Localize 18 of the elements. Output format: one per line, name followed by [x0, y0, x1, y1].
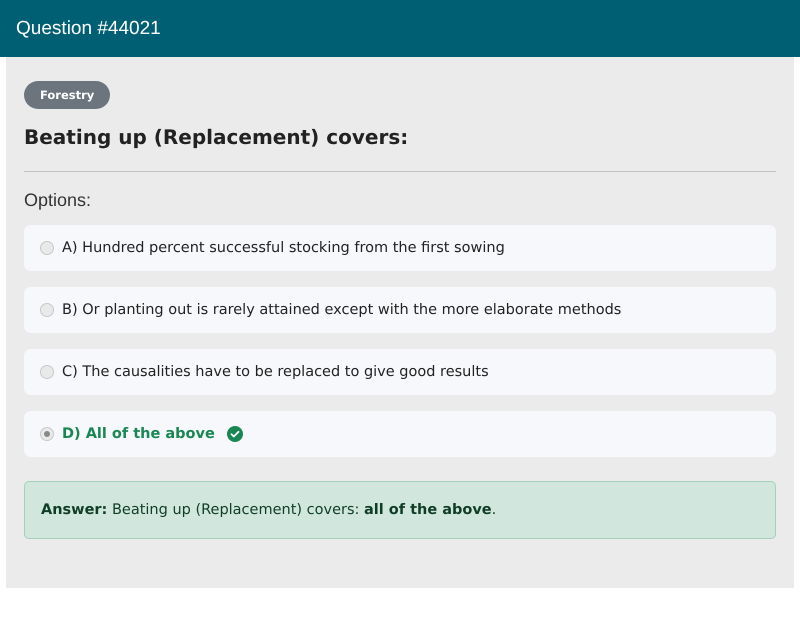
option-text: A) Hundred percent successful stocking from the first sowing: [62, 240, 505, 256]
option-text: C) The causalities have to be replaced to give good results: [62, 364, 489, 380]
option-item[interactable]: A) Hundred percent successful stocking from the first sowing: [24, 225, 776, 271]
radio-button[interactable]: [40, 427, 54, 441]
question-title: Question #44021: [16, 18, 161, 40]
options-label: Options:: [24, 190, 92, 211]
option-item[interactable]: D) All of the above: [24, 411, 776, 457]
option-text: D) All of the above: [62, 426, 215, 442]
option-item[interactable]: B) Or planting out is rarely attained except with the more elaborate methods: [24, 287, 776, 333]
radio-button[interactable]: [40, 365, 54, 379]
option-item[interactable]: C) The causalities have to be replaced to give good results: [24, 349, 776, 395]
question-text: Beating up (Replacement) covers:: [24, 125, 408, 149]
check-circle-icon: [226, 426, 243, 442]
radio-button[interactable]: [40, 241, 54, 255]
answer-text: Answer: Beating up (Replacement) covers: all of the above.: [41, 502, 496, 518]
option-text: B) Or planting out is rarely attained except with the more elaborate methods: [62, 302, 622, 318]
category-tag: Forestry: [24, 81, 110, 109]
radio-button[interactable]: [40, 303, 54, 317]
